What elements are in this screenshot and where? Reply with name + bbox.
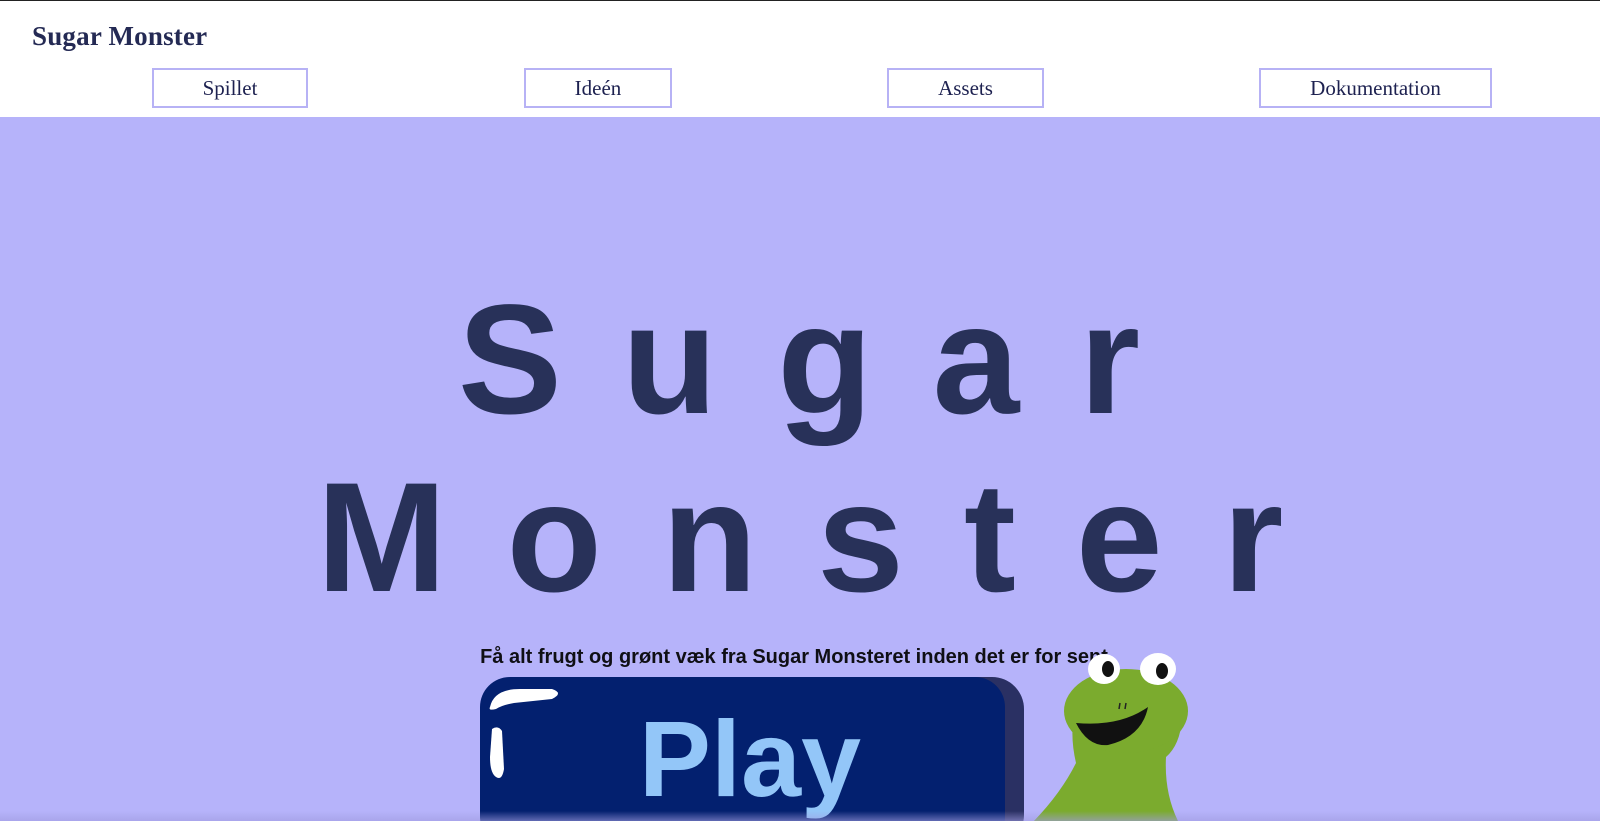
hero-section: Sugar Monster Få alt frugt og grønt væk … [0, 117, 1600, 821]
hero-title-line-2: Monster [316, 451, 1344, 625]
nav-link-assets[interactable]: Assets [887, 68, 1044, 108]
nav-link-spillet[interactable]: Spillet [152, 68, 308, 108]
play-button-label: Play [638, 698, 862, 819]
site-title[interactable]: Sugar Monster [32, 21, 207, 52]
bottom-fade [0, 811, 1600, 821]
nav-link-dokumentation[interactable]: Dokumentation [1259, 68, 1492, 108]
play-button[interactable]: Play [480, 677, 1024, 821]
page: Sugar Monster Spillet Ideén Assets Dokum… [0, 0, 1600, 821]
nav-link-ideen[interactable]: Ideén [524, 68, 672, 108]
site-header: Sugar Monster Spillet Ideén Assets Dokum… [0, 0, 1600, 117]
green-frog-monster-icon [1033, 653, 1188, 821]
hero-tagline: Få alt frugt og grønt væk fra Sugar Mons… [480, 646, 1108, 668]
hero-title-line-1: Sugar [457, 273, 1201, 447]
